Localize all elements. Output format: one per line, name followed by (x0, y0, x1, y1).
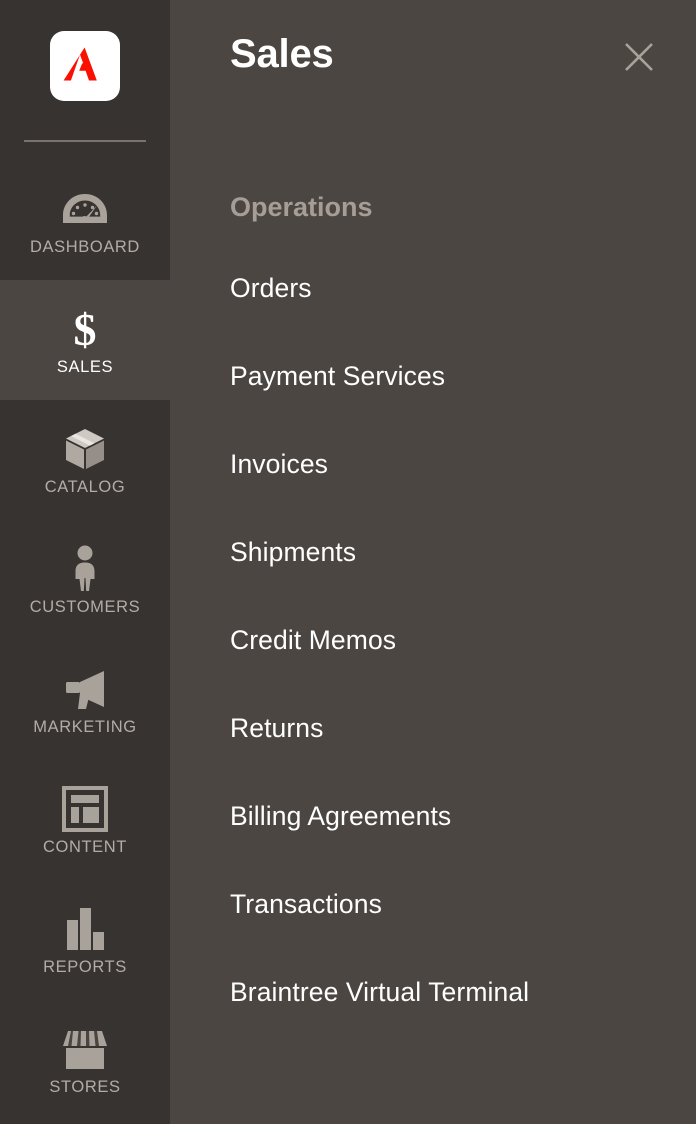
page-title: Sales (230, 32, 334, 76)
sidebar-item-label: DASHBOARD (30, 237, 140, 256)
menu-group-operations: Operations Orders Payment Services Invoi… (170, 132, 696, 1067)
menu-item-braintree-virtual-terminal[interactable]: Braintree Virtual Terminal (170, 979, 696, 1067)
person-icon (70, 545, 100, 593)
menu-item-label: Shipments (230, 537, 357, 567)
close-icon (623, 41, 655, 73)
sidebar-item-label: STORES (49, 1077, 121, 1096)
page-layout-icon (62, 785, 108, 833)
menu-item-label: Credit Memos (230, 625, 397, 655)
sidebar-item-catalog[interactable]: CATALOG (0, 400, 170, 520)
sidebar-item-label: CUSTOMERS (29, 597, 141, 616)
sidebar-item-label: CONTENT (43, 837, 127, 856)
sidebar-divider (24, 140, 146, 142)
admin-menu-screen: DASHBOARD $ SALES CATALOG CUSTOMERS MARK… (0, 0, 696, 1124)
close-button[interactable] (618, 36, 660, 78)
menu-item-orders[interactable]: Orders (170, 275, 696, 363)
dollar-sign-icon: $ (67, 304, 103, 354)
megaphone-icon (60, 665, 110, 713)
menu-item-label: Payment Services (230, 361, 446, 391)
sidebar-item-list: DASHBOARD $ SALES CATALOG CUSTOMERS MARK… (0, 160, 170, 1120)
sidebar-item-marketing[interactable]: MARKETING (0, 640, 170, 760)
sidebar-item-sales[interactable]: $ SALES (0, 280, 170, 400)
sidebar-item-customers[interactable]: CUSTOMERS (0, 520, 170, 640)
primary-sidebar: DASHBOARD $ SALES CATALOG CUSTOMERS MARK… (0, 0, 170, 1124)
menu-item-credit-memos[interactable]: Credit Memos (170, 627, 696, 715)
menu-item-list: Orders Payment Services Invoices Shipmen… (170, 275, 696, 1067)
logo-container[interactable] (0, 0, 170, 132)
sidebar-item-label: SALES (56, 357, 114, 376)
menu-item-invoices[interactable]: Invoices (170, 451, 696, 539)
dashboard-gauge-icon (60, 185, 110, 233)
menu-item-label: Invoices (230, 449, 329, 479)
menu-item-label: Billing Agreements (230, 801, 452, 831)
svg-text:$: $ (74, 304, 97, 354)
sidebar-item-label: REPORTS (43, 957, 127, 976)
sidebar-item-dashboard[interactable]: DASHBOARD (0, 160, 170, 280)
menu-item-shipments[interactable]: Shipments (170, 539, 696, 627)
sidebar-item-reports[interactable]: REPORTS (0, 880, 170, 1000)
menu-item-returns[interactable]: Returns (170, 715, 696, 803)
sales-flyout-panel: Sales Operations Orders Payment Services (170, 0, 696, 1124)
sidebar-item-label: CATALOG (44, 477, 126, 496)
adobe-commerce-logo (50, 31, 120, 101)
sidebar-item-stores[interactable]: STORES (0, 1000, 170, 1120)
menu-item-payment-services[interactable]: Payment Services (170, 363, 696, 451)
bar-chart-icon (63, 905, 107, 953)
menu-item-label: Transactions (230, 889, 382, 919)
menu-item-billing-agreements[interactable]: Billing Agreements (170, 803, 696, 891)
menu-group-title: Operations (230, 192, 373, 222)
storefront-icon (60, 1025, 110, 1073)
menu-item-label: Returns (230, 713, 324, 743)
sidebar-item-label: MARKETING (33, 717, 137, 736)
box-icon (63, 425, 107, 473)
panel-header: Sales (170, 0, 696, 132)
menu-item-label: Braintree Virtual Terminal (230, 977, 530, 1007)
sidebar-item-content[interactable]: CONTENT (0, 760, 170, 880)
menu-item-transactions[interactable]: Transactions (170, 891, 696, 979)
menu-item-label: Orders (230, 273, 312, 303)
